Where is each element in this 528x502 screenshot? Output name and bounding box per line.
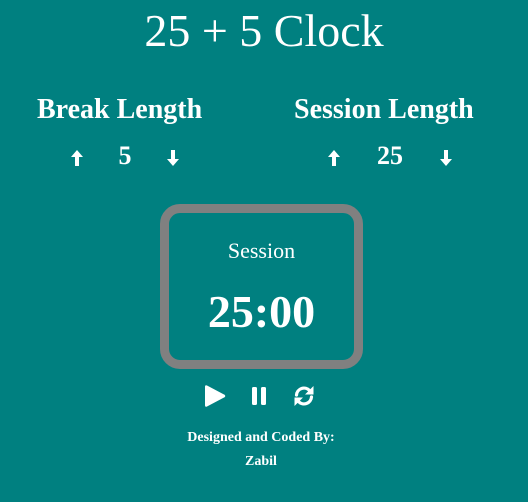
arrow-down-icon [440,150,452,166]
break-length-value: 5 [118,141,132,170]
session-length-value: 25 [377,141,403,170]
credit-text: Designed and Coded By: [187,430,335,445]
session-increment-button[interactable] [326,148,342,168]
break-increment-button[interactable] [69,148,85,168]
timer-label: Session [227,238,296,263]
author-name: Zabil [245,454,277,469]
arrow-up-icon [71,150,83,166]
refresh-icon [294,386,314,406]
start-stop-button[interactable] [202,383,228,409]
pause-icon [252,387,266,405]
time-left: 25:00 [207,286,316,337]
session-decrement-button[interactable] [438,148,454,168]
app-title: 25 + 5 Clock [144,5,384,56]
break-decrement-button[interactable] [165,148,181,168]
arrow-down-icon [167,150,179,166]
reset-button[interactable] [291,383,317,409]
break-length-label: Break Length [37,94,203,125]
pause-button[interactable] [246,383,272,409]
timer-display: Session 25:00 [160,204,363,369]
arrow-up-icon [328,150,340,166]
play-icon [205,385,226,407]
session-length-label: Session Length [294,94,474,125]
